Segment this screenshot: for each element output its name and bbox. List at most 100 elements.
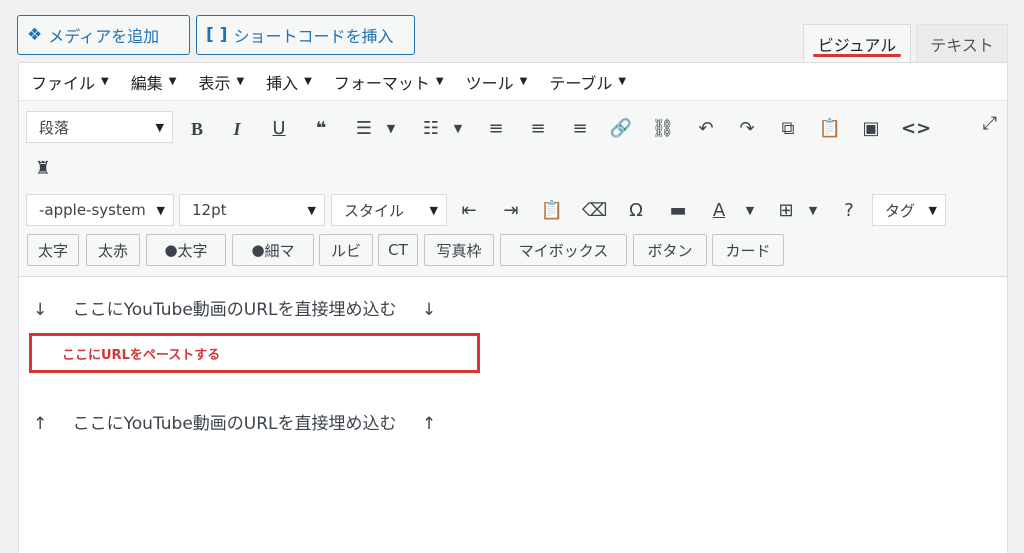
bold-red-label: 太赤 <box>97 241 128 260</box>
special-char-icon[interactable]: Ω <box>624 199 648 223</box>
unlink-icon[interactable]: ⛓ <box>651 117 675 141</box>
paste-icon[interactable]: 📋 <box>818 117 842 141</box>
shortcode-brackets-icon: [ ] <box>206 25 228 45</box>
clear-format-icon[interactable]: ⌫ <box>582 199 607 223</box>
code-icon[interactable]: <> <box>901 117 931 141</box>
align-center-icon[interactable]: ≡ <box>526 117 550 141</box>
ct-button[interactable]: CT <box>378 234 418 266</box>
photo-frame-button[interactable]: 写真枠 <box>424 234 494 266</box>
redo-icon[interactable]: ↷ <box>735 117 759 141</box>
blockquote-icon[interactable]: ❝ <box>309 117 333 141</box>
font-size-select[interactable]: 12pt ▼ <box>179 194 325 226</box>
table-icon[interactable]: ⊞ <box>774 199 798 223</box>
arrow-down-icon: ↓ <box>421 300 437 320</box>
add-media-button[interactable]: ❖ メディアを追加 <box>17 15 190 55</box>
insert-shortcode-button[interactable]: [ ] ショートコードを挿入 <box>196 15 415 55</box>
tab-text-label: テキスト <box>930 35 994 55</box>
my-box-label: マイボックス <box>518 241 609 260</box>
editor-content[interactable]: ↓ ここにYouTube動画のURLを直接埋め込む ↓ ここにURLをペーストす… <box>19 277 1007 553</box>
font-size-value: 12pt <box>192 201 227 219</box>
menu-format[interactable]: フォーマット ▼ <box>334 70 444 94</box>
circle-thin-button[interactable]: ● 細マ <box>232 234 314 266</box>
undo-icon[interactable]: ↶ <box>694 117 718 141</box>
fullscreen-icon[interactable]: ⤢ <box>983 113 997 134</box>
url-paste-box[interactable]: ここにURLをペーストする <box>29 333 480 373</box>
tag-select-value: タグ <box>885 201 916 220</box>
circle-bold-button[interactable]: ● 太字 <box>146 234 226 266</box>
link-icon[interactable]: 🔗 <box>609 117 633 141</box>
menu-table[interactable]: テーブル ▼ <box>549 70 626 94</box>
numbered-list-icon[interactable]: ☷ <box>419 117 443 141</box>
format-select[interactable]: 段落 ▼ <box>26 111 173 143</box>
arrow-down-icon: ↓ <box>33 300 48 320</box>
bold-style-label: 太字 <box>37 241 68 260</box>
tab-visual-label: ビジュアル <box>817 35 897 55</box>
card-button[interactable]: カード <box>712 234 784 266</box>
menu-edit[interactable]: 編集 ▼ <box>131 70 177 94</box>
image-icon[interactable]: ▣ <box>859 117 883 141</box>
format-select-value: 段落 <box>39 118 70 137</box>
bullet-list-icon[interactable]: ☰ <box>352 117 376 141</box>
tag-select[interactable]: タグ ▼ <box>872 194 946 226</box>
menu-tools-label: ツール <box>465 73 514 93</box>
align-right-icon[interactable]: ≡ <box>568 117 592 141</box>
menu-insert-label: 挿入 <box>266 73 299 93</box>
menubar: ファイル ▼ 編集 ▼ 表示 ▼ 挿入 ▼ フォーマット ▼ ツール ▼ テーブル ▼ <box>19 63 1007 101</box>
menu-insert[interactable]: 挿入 ▼ <box>266 70 312 94</box>
caret-down-icon: ▼ <box>156 203 165 217</box>
url-paste-hint: ここにURLをペーストする <box>62 347 221 363</box>
user-circle-icon: ● <box>251 241 265 259</box>
text-color-icon[interactable]: A <box>707 199 731 223</box>
bold-style-button[interactable]: 太字 <box>27 234 79 266</box>
my-box-button[interactable]: マイボックス <box>500 234 627 266</box>
instruction-text-top: ここにYouTube動画のURLを直接埋め込む <box>72 300 397 320</box>
caret-down-icon: ▼ <box>618 76 627 87</box>
ruby-button[interactable]: ルビ <box>319 234 373 266</box>
instruction-line-top: ↓ ここにYouTube動画のURLを直接埋め込む ↓ <box>33 295 436 320</box>
caret-down-icon[interactable]: ▼ <box>451 117 465 141</box>
help-icon[interactable]: ? <box>837 199 861 223</box>
insert-shortcode-label: ショートコードを挿入 <box>233 27 394 46</box>
indent-icon[interactable]: ⇥ <box>499 199 523 223</box>
caret-down-icon[interactable]: ▼ <box>384 117 398 141</box>
editor: ファイル ▼ 編集 ▼ 表示 ▼ 挿入 ▼ フォーマット ▼ ツール ▼ テーブル ▼ 段落 … <box>18 62 1008 553</box>
caret-down-icon[interactable]: ▼ <box>743 199 757 223</box>
menu-file[interactable]: ファイル ▼ <box>31 70 109 94</box>
menu-tools[interactable]: ツール ▼ <box>466 70 528 94</box>
menu-view-label: 表示 <box>198 73 231 93</box>
bold-red-button[interactable]: 太赤 <box>86 234 140 266</box>
circle-bold-label: 太字 <box>177 241 208 260</box>
button-button[interactable]: ボタン <box>633 234 707 266</box>
caret-down-icon: ▼ <box>519 76 528 87</box>
caret-down-icon: ▼ <box>168 76 177 87</box>
photo-frame-label: 写真枠 <box>436 241 482 260</box>
menu-view[interactable]: 表示 ▼ <box>198 70 244 94</box>
caret-down-icon: ▼ <box>435 76 444 87</box>
user-circle-icon: ● <box>164 241 178 259</box>
tab-visual[interactable]: ビジュアル <box>803 24 911 62</box>
caret-down-icon: ▼ <box>928 203 937 217</box>
caret-down-icon: ▼ <box>101 76 109 87</box>
media-icon: ❖ <box>27 25 43 45</box>
bold-icon[interactable]: B <box>185 117 209 141</box>
menu-file-label: ファイル <box>31 73 96 93</box>
outdent-icon[interactable]: ⇤ <box>457 199 481 223</box>
menu-format-label: フォーマット <box>333 73 430 93</box>
circle-thin-label: 細マ <box>264 241 295 260</box>
italic-icon[interactable]: I <box>225 117 249 141</box>
button-label: ボタン <box>647 241 693 260</box>
admin-icon[interactable]: ♜ <box>31 157 55 181</box>
caret-down-icon: ▼ <box>155 120 164 134</box>
menu-edit-label: 編集 <box>130 73 163 93</box>
caret-down-icon[interactable]: ▼ <box>806 199 820 223</box>
copy-icon[interactable]: ⧉ <box>776 117 800 141</box>
font-family-select[interactable]: -apple-system ▼ <box>26 194 174 226</box>
align-left-icon[interactable]: ≡ <box>484 117 508 141</box>
tab-text[interactable]: テキスト <box>916 24 1008 62</box>
caret-down-icon: ▼ <box>429 203 438 217</box>
menu-table-label: テーブル <box>549 73 613 93</box>
underline-icon[interactable]: U <box>267 117 291 141</box>
style-select[interactable]: スタイル ▼ <box>331 194 447 226</box>
paste-text-icon[interactable]: 📋 <box>540 199 564 223</box>
horizontal-rule-icon[interactable]: ▬ <box>666 199 690 223</box>
